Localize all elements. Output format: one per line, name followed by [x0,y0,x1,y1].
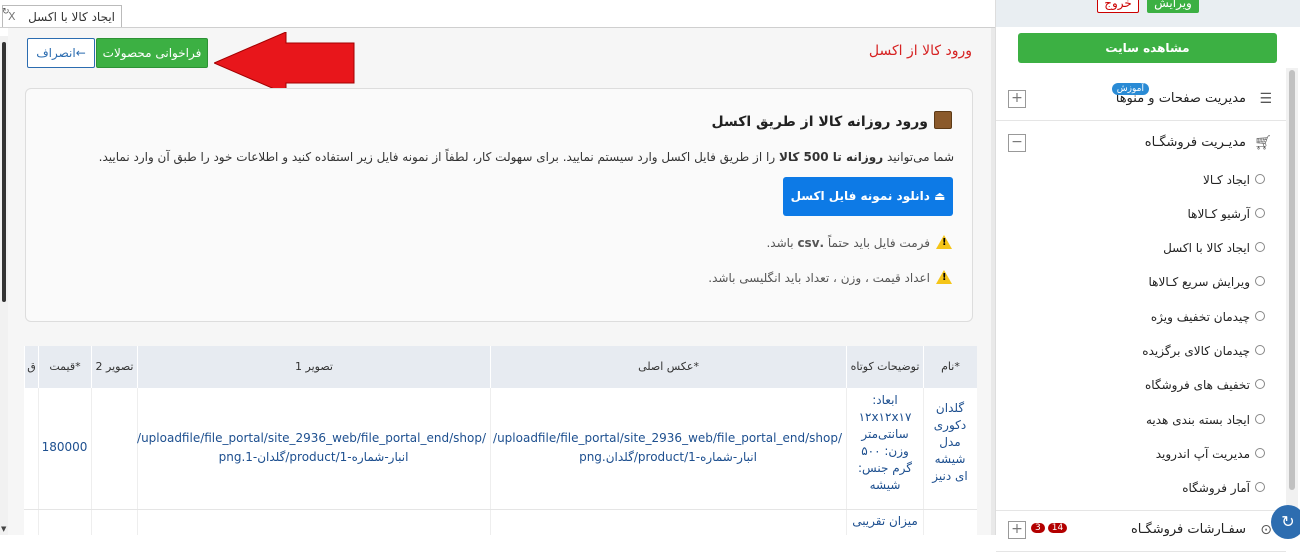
scroll-down-arrow-icon[interactable]: ▼ [1,525,6,533]
expand-icon[interactable]: + [1008,521,1026,539]
sidebar-item-special-discount[interactable]: چیدمان تخفیف ویژه [1151,310,1265,324]
bullet-icon [1255,276,1265,286]
col-header-main-image: عکس اصلی* [490,346,846,388]
sidebar-top-bar: ویرایش خروج [996,0,1300,27]
sidebar-item-android-app[interactable]: مدیریت آپ اندروید [1156,447,1265,461]
bullet-icon [1255,448,1265,458]
main-content: ورود کالا از اکسل انصراف← فراخوانی محصول… [8,28,991,535]
tab-excel-import[interactable]: ↻ X ایجاد کالا با اکسل [2,5,122,27]
warning-icon [936,270,952,284]
admin-sidebar: ویرایش خروج مشاهده سایت ☰ مدیریت صفحات و… [995,0,1300,552]
list-icon: ☰ [1259,91,1272,107]
bullet-icon [1255,379,1265,389]
bullet-icon [1255,482,1265,492]
collapse-icon[interactable]: − [1008,134,1026,152]
excel-import-panel: ورود روزانه کالا از طریق اکسل شما می‌توا… [25,88,973,322]
sidebar-section-shop[interactable]: 🛒︎ مدیـریت فروشگـاه − [996,124,1286,164]
download-sample-button[interactable]: ⏏ دانلود نمونه فایل اکسل [783,177,953,216]
bullet-icon [1255,174,1265,184]
cell-price: 180000 [41,440,88,454]
box-icon [934,111,952,129]
refresh-fab-icon[interactable]: ↻ [1271,505,1300,539]
bullet-icon [1255,414,1265,424]
page-title: ورود کالا از اکسل [868,43,972,59]
english-numbers-note: اعداد قیمت ، وزن ، تعداد باید انگلیسی با… [708,270,952,285]
warning-icon [936,235,952,249]
view-site-button[interactable]: مشاهده سایت [1018,33,1277,63]
cart-icon: 🛒︎ [1254,135,1272,151]
tutorial-badge[interactable]: آموزش [1111,83,1149,95]
tab-close-icon[interactable]: X [8,6,16,28]
tab-title: ایجاد کالا با اکسل [28,10,115,24]
col-header-partial: ق [24,346,38,388]
sidebar-item-store-discounts[interactable]: تخفیف های فروشگاه [1145,378,1265,392]
sidebar-item-featured-products[interactable]: چیدمان کالای برگزیده [1142,344,1265,358]
col-header-name: نام* [923,346,977,388]
cell-image1: /uploadfile/file_portal/site_2936_web/fi… [137,431,486,464]
cancel-button[interactable]: انصراف← [27,38,95,68]
order-badges: 143 [1031,519,1070,533]
products-table: نام* توضیحات کوتاه عکس اصلی* تصویر 1 تصو… [24,346,977,535]
sidebar-item-store-stats[interactable]: آمار فروشگاه [1182,481,1265,495]
bullet-icon [1255,242,1265,252]
cell-short-desc: ابعاد: ۱۲x۱۲x۱۷ سانتی‌متر وزن: ۵۰۰ گرم ج… [858,393,912,492]
edit-button[interactable]: ویرایش [1147,0,1199,13]
left-scrollbar[interactable]: ▼ [0,36,8,535]
cell-name: گلدان دکوری مدل شیشه ای دنیز [932,401,968,483]
panel-description: شما می‌توانید روزانه تا 500 کالا را از ط… [98,150,954,164]
sidebar-item-create-product[interactable]: ایجاد کـالا [1203,173,1265,187]
exit-button[interactable]: خروج [1097,0,1139,13]
sidebar-section-orders[interactable]: ⊙ سفـارشات فروشگـاه 143 + [996,510,1286,552]
cell-short-desc: میزان تقریبی [852,514,918,528]
fetch-products-button[interactable]: فراخوانی محصولات [96,38,208,68]
col-header-image2: تصویر 2 [91,346,137,388]
bullet-icon [1255,311,1265,321]
scrollbar-thumb[interactable] [1289,70,1295,490]
order-count-badge: 14 [1047,523,1068,533]
download-icon: ⏏ [934,189,946,203]
sidebar-item-product-archive[interactable]: آرشیو کـالاها [1187,207,1265,221]
sidebar-section-pages-menus[interactable]: ☰ مدیریت صفحات و منوها آموزش + [996,80,1286,121]
scrollbar-thumb[interactable] [2,42,6,302]
col-header-price: قیمت* [38,346,91,388]
col-header-image1: تصویر 1 [137,346,490,388]
sidebar-item-gift-packaging[interactable]: ایجاد بسته بندی هدیه [1146,413,1265,427]
tab-bar: ↻ X ایجاد کالا با اکسل [0,0,995,28]
bullet-icon [1255,208,1265,218]
panel-title: ورود روزانه کالا از طریق اکسل [711,111,952,130]
sidebar-item-quick-edit[interactable]: ویرایش سریع کـالاها [1149,275,1265,289]
orders-icon: ⊙ [1260,522,1272,538]
order-count-badge: 3 [1031,523,1045,533]
csv-format-note: فرمت فایل باید حتماً .csv باشد. [766,235,952,250]
expand-icon[interactable]: + [1008,90,1026,108]
cell-main-image: /uploadfile/file_portal/site_2936_web/fi… [493,431,842,464]
red-arrow-annotation [214,32,355,94]
bullet-icon [1255,345,1265,355]
col-header-short-desc: توضیحات کوتاه [846,346,923,388]
sidebar-scrollbar[interactable] [1286,68,1298,535]
sidebar-item-excel-import[interactable]: ایجاد کالا با اکسل [1163,241,1265,255]
table-header: نام* توضیحات کوتاه عکس اصلی* تصویر 1 تصو… [24,346,977,388]
